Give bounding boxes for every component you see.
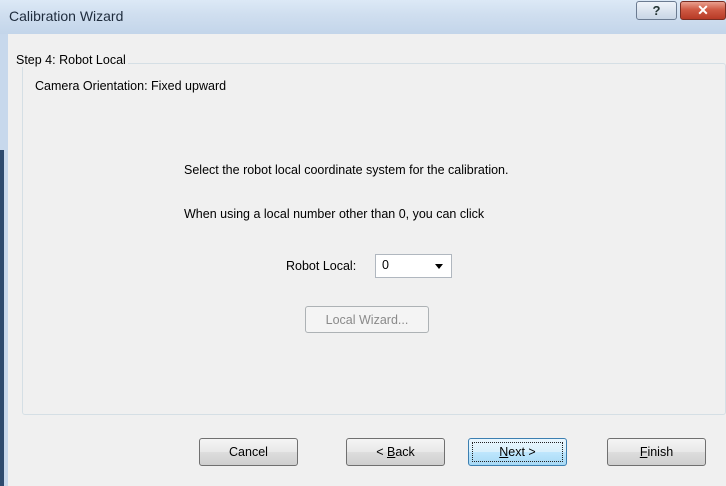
focus-rectangle [472, 442, 563, 462]
local-number-note: When using a local number other than 0, … [184, 207, 485, 221]
instruction-text: Select the robot local coordinate system… [184, 163, 509, 177]
cancel-button[interactable]: Cancel [199, 438, 298, 466]
next-button[interactable]: Next > [468, 438, 567, 466]
finish-label: Finish [639, 445, 674, 459]
title-bar[interactable]: Calibration Wizard ? ✕ [0, 0, 726, 34]
back-button[interactable]: < Back [346, 438, 445, 466]
close-button[interactable]: ✕ [680, 1, 726, 20]
finish-button[interactable]: Finish [607, 438, 706, 466]
local-wizard-label: Local Wizard... [325, 312, 409, 327]
window-frame-edge [0, 150, 4, 486]
step-label: Step 4: Robot Local [14, 53, 128, 67]
cancel-label: Cancel [229, 445, 268, 459]
calibration-wizard-window: Calibration Wizard ? ✕ Step 4: Robot Loc… [0, 0, 726, 486]
local-wizard-button[interactable]: Local Wizard... [305, 306, 429, 333]
step-groupbox [22, 63, 726, 415]
help-button[interactable]: ? [636, 1, 677, 20]
help-icon: ? [652, 3, 661, 18]
close-icon: ✕ [697, 2, 709, 18]
chevron-down-icon [435, 264, 443, 269]
robot-local-label: Robot Local: [286, 259, 357, 273]
camera-orientation-text: Camera Orientation: Fixed upward [35, 79, 227, 93]
back-label: < Back [376, 445, 415, 459]
robot-local-dropdown[interactable]: 0 [375, 254, 452, 278]
window-title: Calibration Wizard [9, 8, 124, 24]
robot-local-value: 0 [382, 258, 389, 272]
